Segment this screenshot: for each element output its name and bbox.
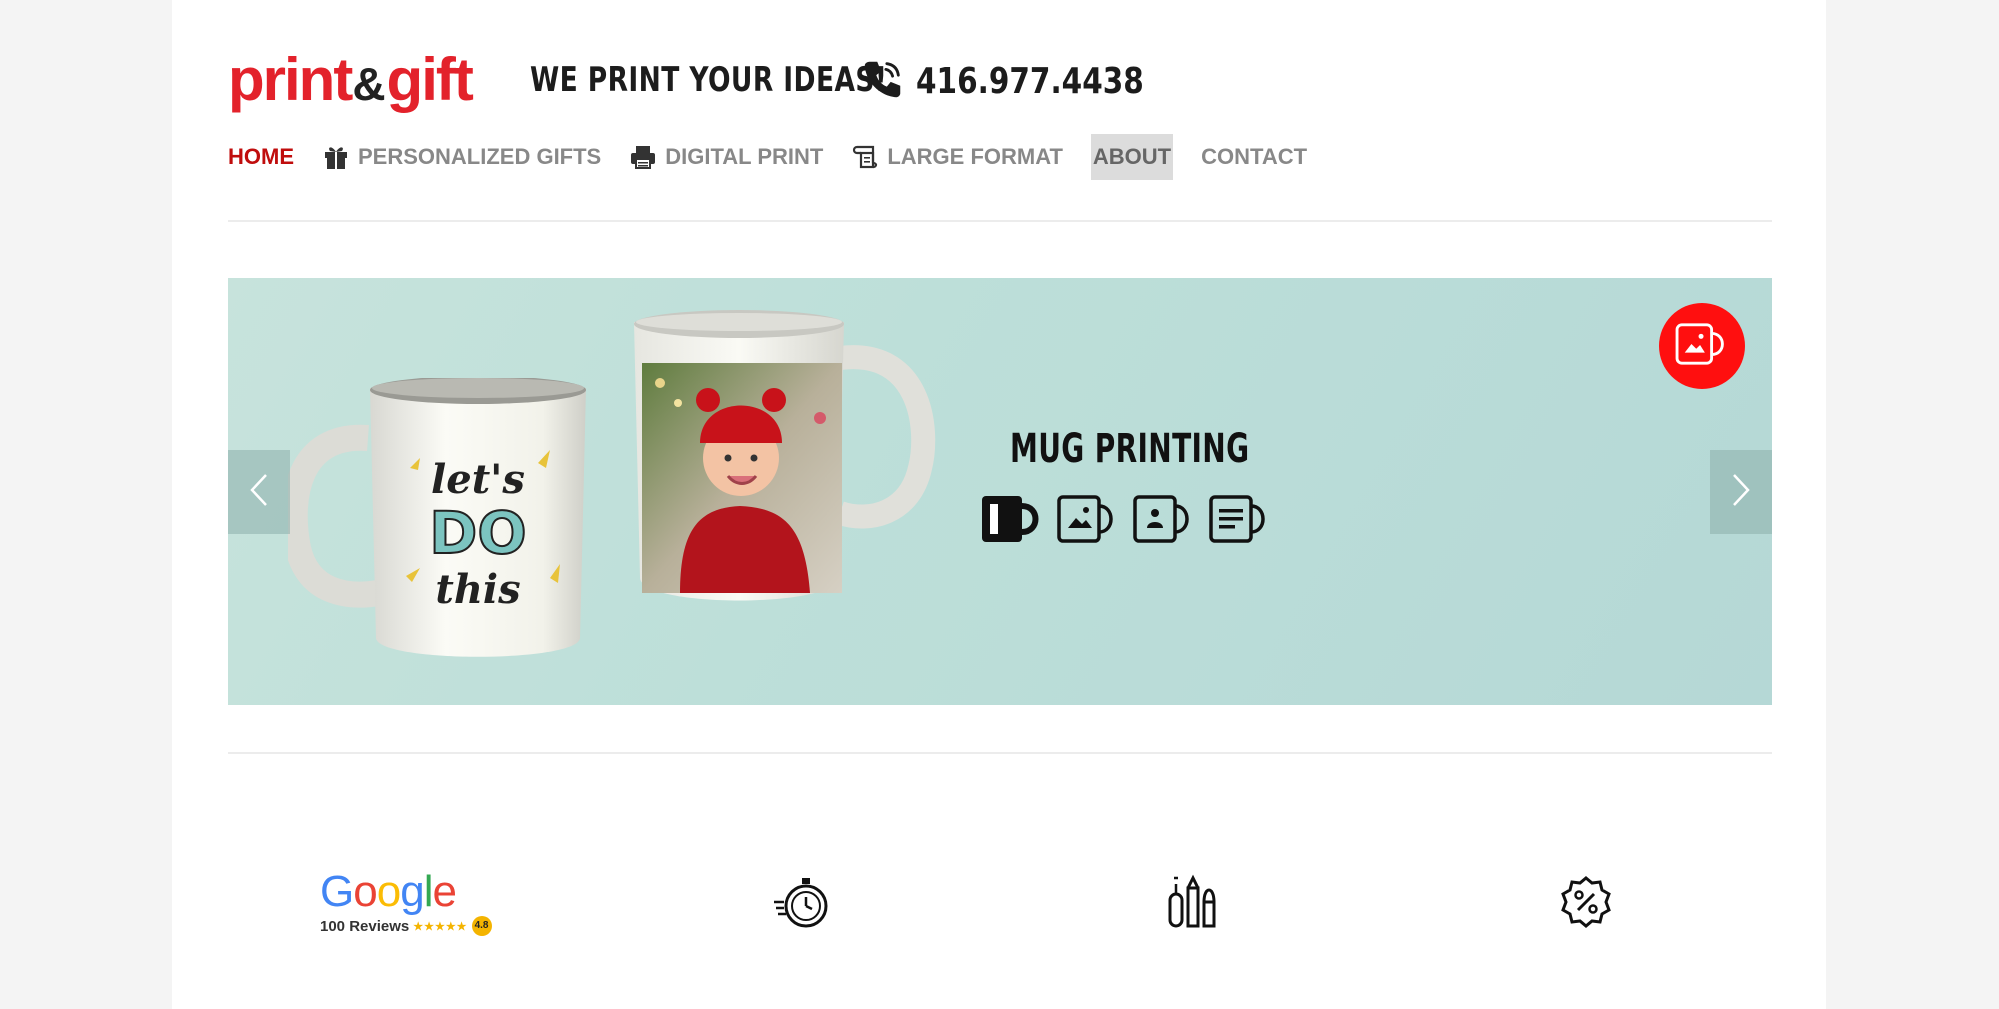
google-reviews-badge[interactable]: Google 100 Reviews ★★★★★ 4.8 <box>320 870 520 936</box>
stopwatch-icon <box>772 872 832 937</box>
photo-mug-icon <box>1057 495 1113 543</box>
mug-photo-icon <box>1673 320 1731 373</box>
nav-digital-print-label: DIGITAL PRINT <box>665 144 824 169</box>
mug-text-do: DO <box>429 499 526 567</box>
hero-slider: let's DO this MUG PRINTING <box>228 278 1772 705</box>
chevron-left-icon <box>248 472 270 513</box>
hero-divider <box>228 752 1772 754</box>
phone-icon <box>860 56 906 107</box>
solid-mug-icon <box>982 496 1039 542</box>
nav-contact-label: CONTACT <box>1201 144 1308 169</box>
mug-text-lets: let's <box>431 456 525 503</box>
portrait-mug-icon <box>1133 495 1189 543</box>
logo-ampersand: & <box>352 58 386 110</box>
nav-home-label: HOME <box>228 144 294 169</box>
google-rating: 4.8 <box>471 916 492 936</box>
slider-next-button[interactable] <box>1710 450 1772 534</box>
mug-type-icons <box>980 492 1270 546</box>
nav-about-label: ABOUT <box>1092 144 1172 169</box>
nav-home[interactable]: HOME <box>228 134 294 180</box>
scroll-icon <box>851 143 879 171</box>
phone-number: 416.977.4438 <box>916 60 1144 102</box>
nav-contact[interactable]: CONTACT <box>1201 134 1307 180</box>
discount-badge-icon <box>1556 872 1616 937</box>
nav-personalized-gifts[interactable]: PERSONALIZED GIFTS <box>322 134 601 180</box>
nav-large-format-label: LARGE FORMAT <box>887 144 1063 169</box>
design-services-feature <box>1164 872 1224 937</box>
google-stars: ★★★★★ <box>413 920 468 933</box>
logo[interactable]: print & gift <box>228 44 474 116</box>
nav-large-format[interactable]: LARGE FORMAT <box>851 134 1063 180</box>
main-nav: HOME PERSONALIZED GIFTS DIGITAL PRINT LA… <box>228 134 1335 180</box>
logo-gift: gift <box>386 46 474 113</box>
design-tools-icon <box>1164 872 1224 937</box>
slider-prev-button[interactable] <box>228 450 290 534</box>
lets-do-this-mug-image: let's DO this <box>288 378 586 657</box>
logo-print: print <box>228 46 353 113</box>
text-mug-icon <box>1209 495 1265 543</box>
phone-link[interactable]: 416.977.4438 <box>860 56 1194 107</box>
hero-title: MUG PRINTING <box>1010 426 1250 472</box>
gift-icon <box>322 143 350 171</box>
nav-about[interactable]: ABOUT <box>1090 134 1174 180</box>
tagline: WE PRINT YOUR IDEAS! <box>530 60 888 100</box>
header-divider <box>228 220 1772 222</box>
printer-icon <box>629 143 657 171</box>
discount-feature <box>1556 872 1616 937</box>
chevron-right-icon <box>1730 472 1752 513</box>
google-reviews-count: 100 Reviews <box>320 917 410 935</box>
mug-category-badge[interactable] <box>1659 303 1745 389</box>
baby-photo-mug-image <box>634 310 936 601</box>
mug-text-this: this <box>435 566 520 613</box>
google-wordmark: Google <box>320 867 457 916</box>
fast-turnaround-feature <box>772 872 832 937</box>
nav-personalized-gifts-label: PERSONALIZED GIFTS <box>358 144 602 169</box>
page-container: print & gift WE PRINT YOUR IDEAS! 416.977.… <box>172 0 1826 1009</box>
nav-digital-print[interactable]: DIGITAL PRINT <box>629 134 823 180</box>
